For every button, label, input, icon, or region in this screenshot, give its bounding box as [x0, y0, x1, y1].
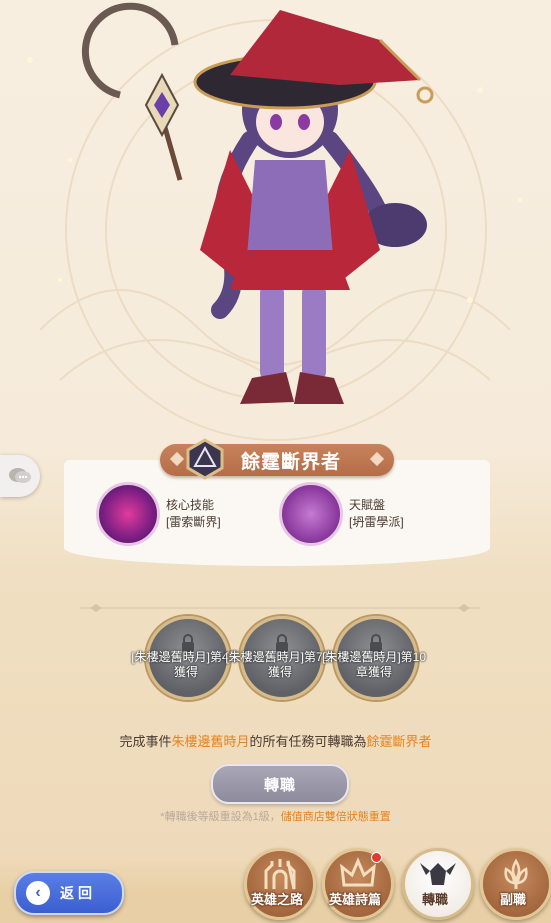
lock-text-3: [朱樓邊舊時月]第10章獲得 [321, 650, 427, 679]
skill-talent[interactable]: 天賦盤 [坍雷學派] [279, 482, 404, 546]
job-change-condition: 完成事件朱樓邊舊時月的所有任務可轉職為餘霆斷界者 [0, 731, 551, 750]
core-skill-icon [96, 482, 160, 546]
skill-core-subtitle: [雷索斷界] [166, 515, 221, 529]
nav-sub-job-label: 副職 [499, 892, 526, 907]
talent-disc-icon [279, 482, 343, 546]
hero-character-illustration [81, 2, 434, 404]
back-button[interactable]: ‹ 返回 [14, 871, 124, 915]
job-change-button-label: 轉職 [263, 776, 296, 794]
condition-target: 餘霆斷界者 [366, 734, 432, 749]
skill-talent-title: 天賦盤 [349, 498, 386, 512]
job-change-note: *轉職後等級重設為1級，儲值商店雙倍狀態重置 [0, 808, 551, 824]
condition-middle: 的所有任務可轉職為 [249, 734, 367, 749]
skill-core-title: 核心技能 [166, 498, 215, 512]
crown-icon [340, 857, 376, 887]
skill-talent-subtitle: [坍雷學派] [349, 515, 404, 529]
nav-hero-road[interactable] [244, 848, 316, 920]
skill-core[interactable]: 核心技能 [雷索斷界] [96, 482, 221, 546]
note-highlight: 儲值商店雙倍狀態重置 [280, 811, 391, 823]
banner-left-ornament [169, 451, 185, 467]
nav-job-change-label: 轉職 [421, 892, 448, 907]
condition-prefix: 完成事件 [119, 734, 172, 749]
nav-job-change[interactable] [402, 848, 474, 920]
nav-hero-epic-label: 英雄詩篇 [328, 892, 381, 907]
winged-helmet-icon [420, 863, 456, 885]
castle-icon [264, 859, 296, 890]
banner-right-ornament [369, 451, 385, 467]
note-prefix: *轉職後等級重設為1級， [160, 811, 281, 823]
hero-name: 餘霆斷界者 [240, 451, 341, 473]
class-emblem-icon [186, 438, 224, 480]
chevron-left-icon: ‹ [26, 881, 50, 905]
nav-hero-road-label: 英雄之路 [250, 892, 303, 907]
chat-button[interactable] [0, 455, 40, 497]
job-change-button[interactable]: 轉職 [211, 764, 349, 804]
nav-sub-job[interactable] [480, 848, 551, 920]
notification-badge [371, 852, 382, 863]
condition-event: 朱樓邊舊時月 [171, 734, 250, 749]
chat-bubble-icon [9, 468, 31, 483]
nav-hero-epic[interactable] [322, 848, 394, 920]
fleur-icon [504, 858, 528, 889]
back-button-label: 返回 [60, 885, 96, 901]
